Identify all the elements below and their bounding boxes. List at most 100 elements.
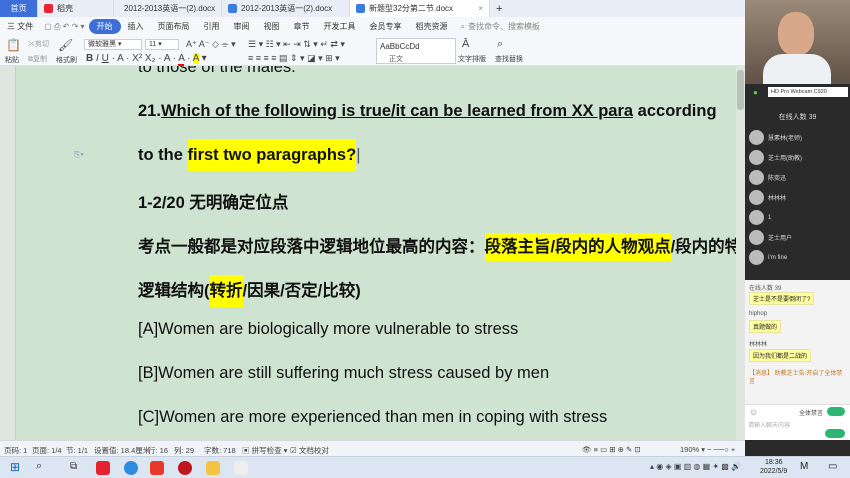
scrollbar-thumb[interactable]: [737, 70, 744, 110]
wps-writer-icon[interactable]: [150, 461, 164, 475]
system-tray-icons[interactable]: ▴ ◉ ◈ ▣ ▥ ◍ ▦ ✦ ▩ 🔊: [650, 462, 741, 471]
avatar: [749, 230, 764, 245]
notification-icon[interactable]: ▭: [828, 461, 837, 472]
tip-line-1: 考点一般都是对应段落中逻辑地位最高的内容：段落主旨/段内的人物观点/段内的特殊: [138, 233, 758, 261]
ime-icon[interactable]: M: [800, 461, 808, 472]
copy-button[interactable]: ⧉复制: [28, 54, 47, 64]
user-list-item[interactable]: 林林林: [749, 190, 786, 205]
chat-input[interactable]: 请输入聊天内容: [748, 420, 790, 429]
user-list-item[interactable]: 陈奕迅: [749, 170, 786, 185]
record-icon[interactable]: [178, 461, 192, 475]
user-list-item[interactable]: I'm fine: [749, 250, 787, 265]
app-icon-generic[interactable]: [234, 461, 248, 475]
avatar: [749, 210, 764, 225]
left-ruler: [0, 66, 16, 440]
app-icon-red[interactable]: [96, 461, 110, 475]
spell-check-button[interactable]: ▣ 拼写检查 ▾: [242, 445, 287, 456]
font-family-select[interactable]: 微软雅黑 ▾: [84, 39, 142, 50]
online-count: 在线人数 39: [778, 114, 817, 121]
menu-member[interactable]: 会员专享: [363, 21, 409, 32]
menu-home[interactable]: 开始: [88, 19, 121, 34]
windows-start-icon[interactable]: ⊞: [10, 460, 20, 474]
user-list-item[interactable]: 芝士用(助教): [749, 150, 802, 165]
find-replace-icon[interactable]: ⌕: [497, 38, 503, 51]
text-cursor: |: [356, 146, 361, 164]
tab-home[interactable]: 首页: [0, 0, 38, 17]
text-layout-button[interactable]: 文字排版: [458, 54, 486, 64]
format-painter-icon[interactable]: 🖌: [58, 38, 73, 52]
user-list-item[interactable]: 1: [749, 210, 771, 225]
folder-icon[interactable]: [206, 461, 220, 475]
emoji-icon[interactable]: ☺: [749, 407, 758, 417]
tab-bar: 首页 稻壳 2012-2013英语一(2).docx 2012-2013英语一(…: [0, 0, 745, 17]
list-buttons[interactable]: ☰ ▾ ☷ ▾ ⇤ ⇥ ⇅ ▾ ↵ ⇄ ▾: [248, 39, 345, 50]
tip-line-2: 逻辑结构(转折/因果/否定/比较): [138, 275, 361, 307]
avatar: [749, 190, 764, 205]
view-mode-icons[interactable]: 👁 ≡ ▭ ⊞ ⊕ ✎ ⊡: [582, 445, 641, 454]
menu-docer-resources[interactable]: 稻壳资源: [409, 21, 455, 32]
paragraph-marker-icon[interactable]: ⎘▾: [74, 150, 84, 160]
style-gallery[interactable]: AaBbCcDd 正文: [376, 38, 456, 64]
mute-all-label: 全体禁言: [799, 411, 824, 417]
menu-review[interactable]: 审阅: [227, 21, 257, 32]
presenter-face: [778, 12, 814, 56]
menu-bar: 三 文件 ▢ ⎙ ↶ ↷ ▾ 开始 插入 页面布局 引用 审阅 视图 章节 开发…: [0, 17, 745, 36]
new-tab-button[interactable]: +: [490, 0, 508, 17]
find-replace-button[interactable]: 查找替换: [495, 54, 523, 64]
command-search[interactable]: ⌕ 查找命令、搜索模板: [461, 21, 540, 32]
avatar: [749, 130, 764, 145]
paragraph-align-buttons[interactable]: ≡ ≡ ≡ ≡ ▤ ⇕ ▾ ◪ ▾ ⊞ ▾: [248, 53, 340, 64]
send-button[interactable]: [825, 429, 845, 438]
locate-line: 1-2/20 无明确定位点: [138, 194, 289, 212]
question-line-2: to the first two paragraphs?|: [138, 139, 361, 171]
chat-message: 芝士是不是要倒闭了?: [749, 292, 815, 305]
tab-docer[interactable]: 稻壳: [38, 0, 114, 17]
zoom-control[interactable]: 190% ▾ − ──○ +: [680, 445, 735, 454]
option-b: [B]Women are still suffering much stress…: [138, 364, 550, 382]
word-doc-icon: [356, 4, 365, 13]
vertical-scrollbar[interactable]: [736, 66, 745, 440]
camera-toggle-icon[interactable]: ●: [753, 88, 758, 97]
tab-doc-2[interactable]: 2012-2013英语一(2).docx: [222, 0, 350, 17]
avatar: [749, 170, 764, 185]
question-line-1: 21.Which of the following is true/it can…: [138, 102, 717, 120]
user-list-item[interactable]: 芝士用户: [749, 230, 792, 245]
font-grow-shrink-icons[interactable]: A⁺ A⁻ ◇ ⌯ ▾: [186, 39, 236, 50]
menu-file[interactable]: 三 文件: [0, 21, 40, 32]
clock-time: 18:36: [765, 459, 783, 466]
user-list-item[interactable]: 慧素林(老师): [749, 130, 802, 145]
word-doc-icon: [228, 4, 237, 13]
paste-icon[interactable]: 📋: [6, 38, 21, 52]
option-c: [C]Women are more experienced than men i…: [138, 408, 608, 426]
menu-references[interactable]: 引用: [197, 21, 227, 32]
webcam-video: [745, 0, 850, 84]
menu-layout[interactable]: 页面布局: [151, 21, 197, 32]
tab-doc-active[interactable]: 新题型32分第二节.docx ×: [350, 0, 490, 17]
search-icon: ⌕: [460, 21, 465, 31]
browser-icon[interactable]: [124, 461, 138, 475]
quick-access-icons[interactable]: ▢ ⎙ ↶ ↷ ▾: [40, 22, 88, 32]
camera-select[interactable]: HD Pro Webcam C920: [768, 87, 848, 97]
font-style-buttons[interactable]: B I U · A · X² X₂ · A · A · A ▾: [86, 53, 207, 66]
text-layout-icon[interactable]: Ā: [462, 38, 469, 50]
cut-button[interactable]: ✂剪切: [28, 39, 49, 49]
menu-insert[interactable]: 插入: [121, 21, 151, 32]
menu-chapter[interactable]: 章节: [287, 21, 317, 32]
ribbon-toolbar: 📋 粘贴 ✂剪切 ⧉复制 🖌 格式刷 微软雅黑 ▾ 11 ▾ A⁺ A⁻ ◇ ⌯…: [0, 36, 745, 66]
tab-doc-1[interactable]: 2012-2013英语一(2).docx: [114, 0, 222, 17]
close-icon[interactable]: ×: [478, 4, 483, 13]
task-view-icon[interactable]: ⧉: [70, 461, 77, 472]
proofread-button[interactable]: ☑ 文档校对: [290, 445, 329, 456]
paste-button[interactable]: 粘贴: [5, 55, 19, 65]
menu-view[interactable]: 视图: [257, 21, 287, 32]
format-painter-button[interactable]: 格式刷: [56, 55, 77, 65]
menu-developer[interactable]: 开发工具: [317, 21, 363, 32]
search-icon[interactable]: ⌕: [36, 460, 42, 473]
proof-icon: ☑: [290, 446, 297, 455]
taskbar: ⊞ ⌕ ⧉ ▴ ◉ ◈ ▣ ▥ ◍ ▦ ✦ ▩ 🔊 18:36 2022/5/9…: [0, 456, 850, 478]
avatar: [749, 150, 764, 165]
font-size-select[interactable]: 11 ▾: [145, 39, 179, 50]
mute-all-toggle[interactable]: [827, 407, 845, 416]
docer-icon: [44, 4, 53, 13]
presenter-shirt: [763, 54, 831, 84]
